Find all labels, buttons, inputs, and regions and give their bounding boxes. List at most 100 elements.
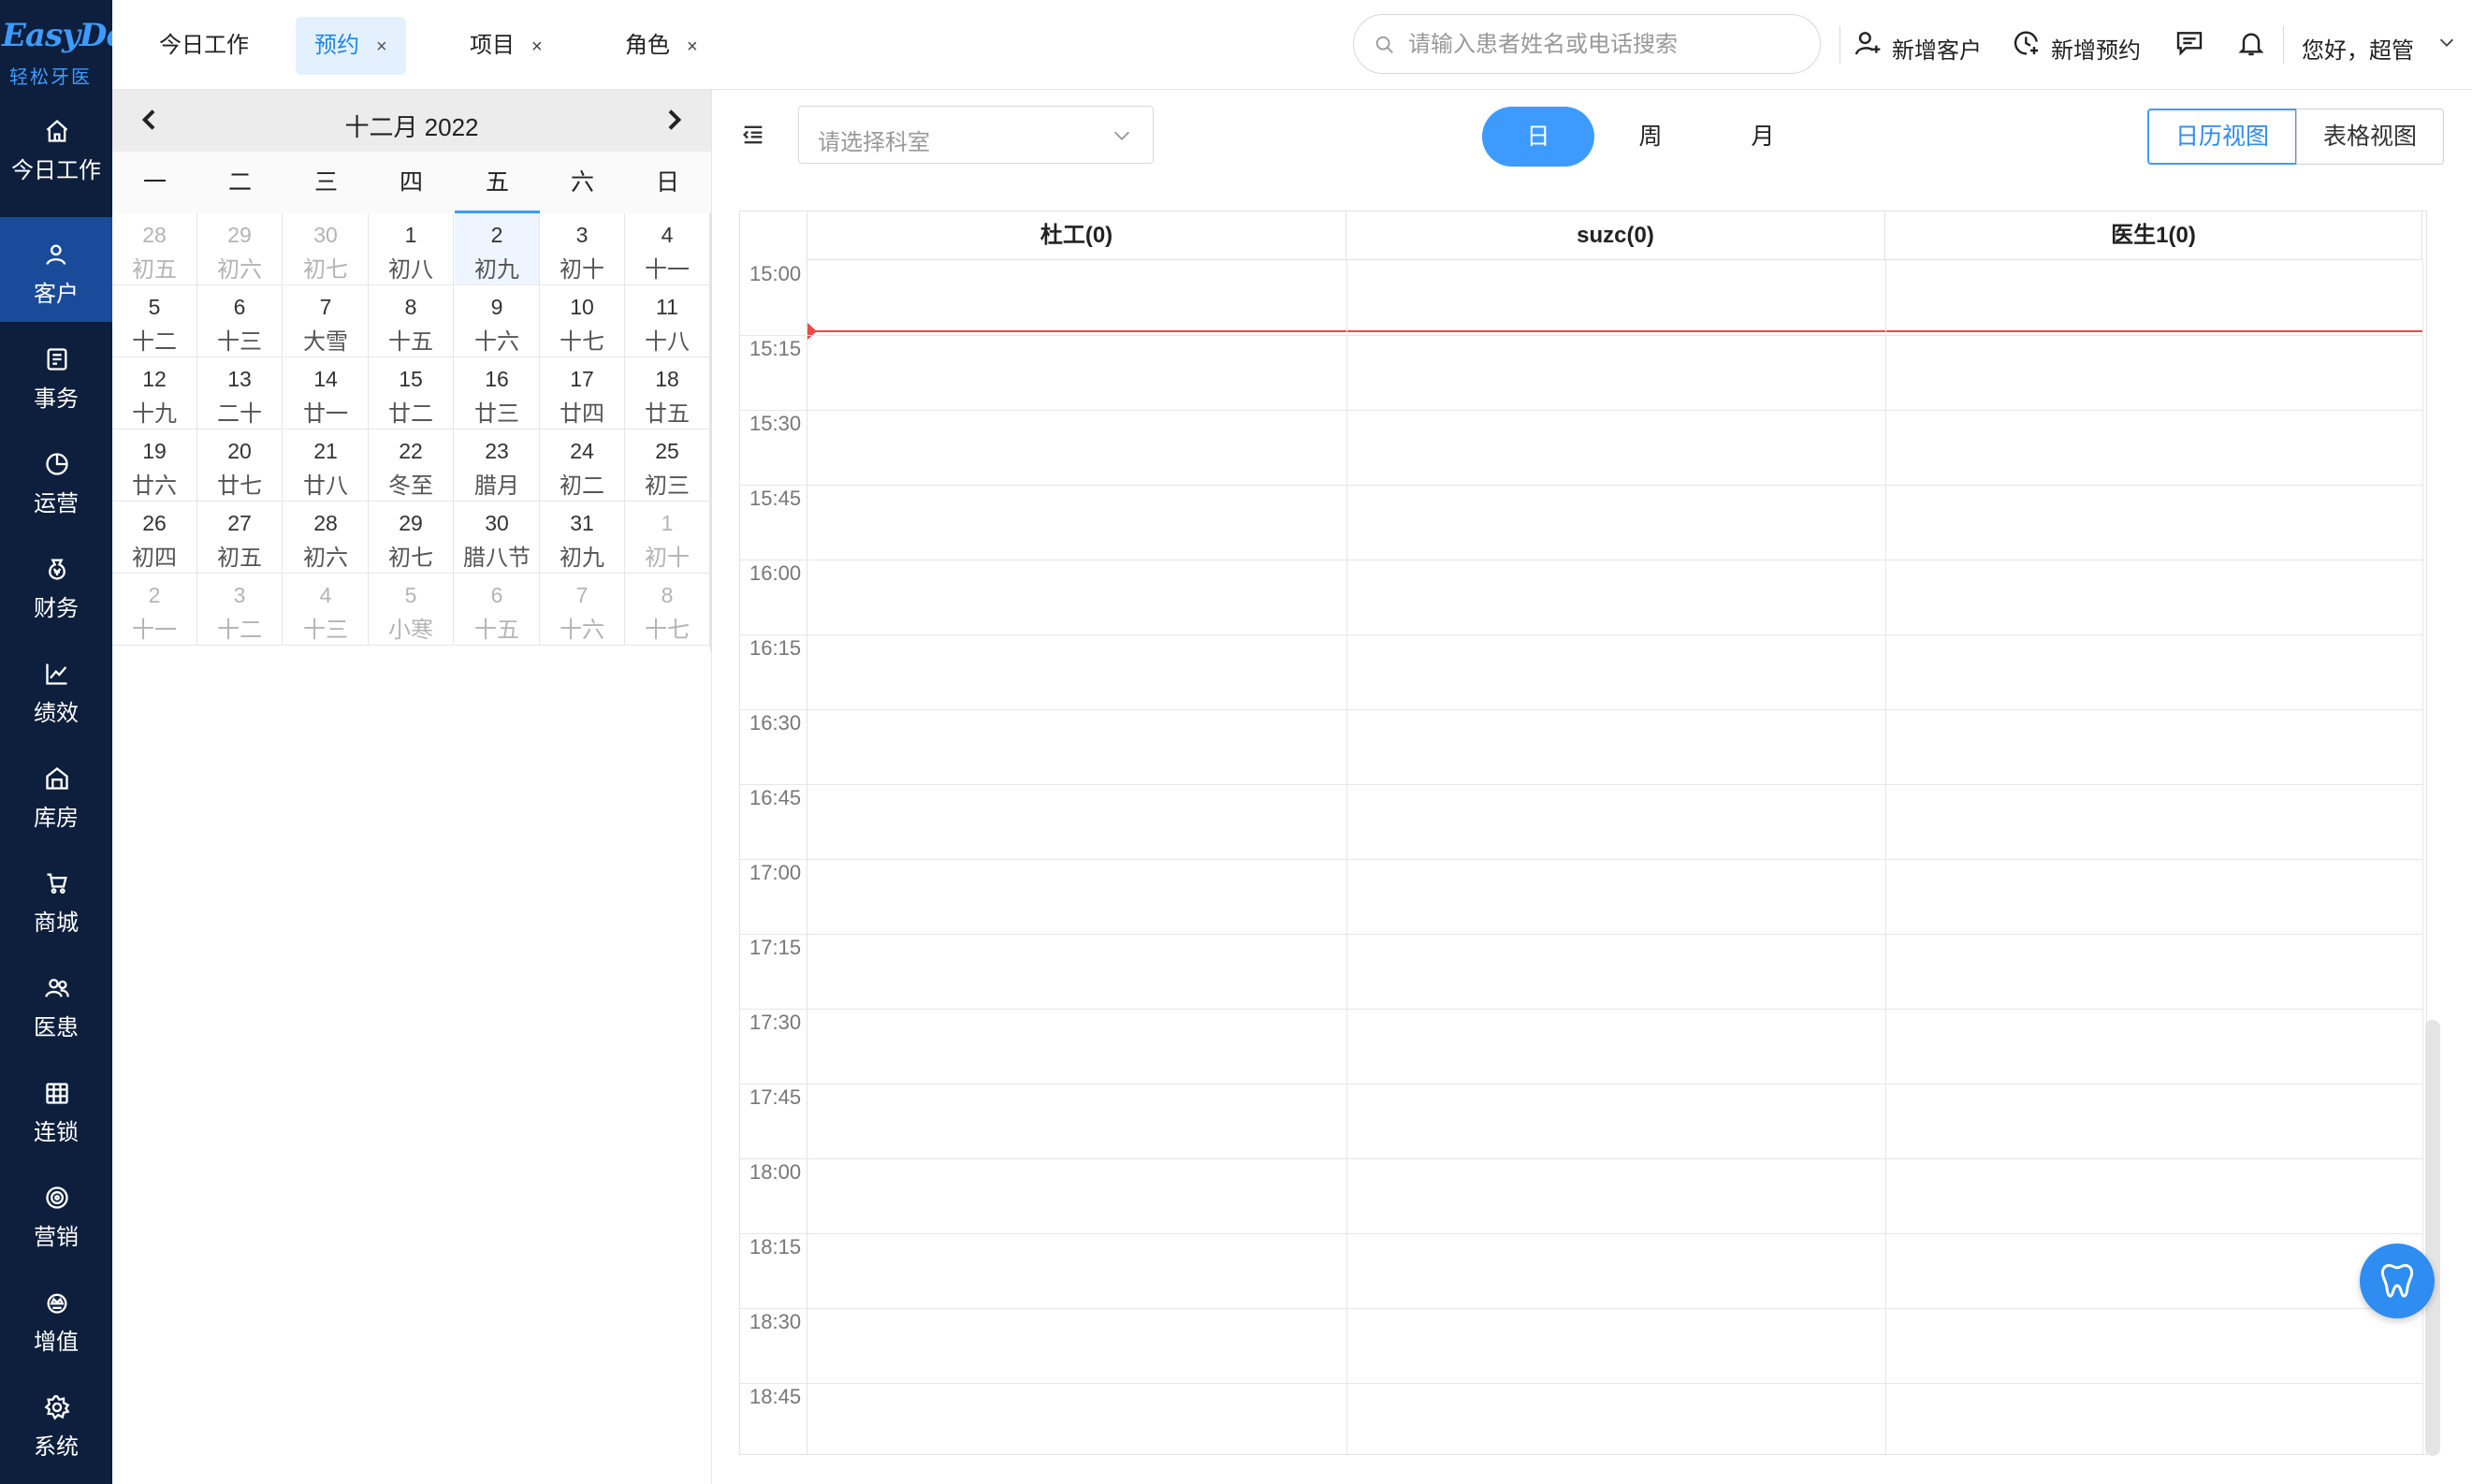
sidebar-item-today[interactable]: 今日工作 <box>0 94 112 198</box>
calendar-day[interactable]: 2 初九 <box>455 213 540 285</box>
sidebar-item-performance[interactable]: 绩效 <box>0 636 112 741</box>
sidebar-item-label: 库房 <box>34 806 79 831</box>
calendar-day[interactable]: 29 初六 <box>197 213 283 285</box>
calendar-day[interactable]: 4 十一 <box>625 213 710 285</box>
patient-search[interactable] <box>1353 14 1821 74</box>
calendar-day[interactable]: 28 初五 <box>112 213 197 285</box>
bell-icon[interactable] <box>2236 28 2266 58</box>
schedule-toolbar: 请选择科室 日 周 月 日历视图 表格视图 <box>712 90 2472 183</box>
day-number: 30 <box>313 223 338 247</box>
sidebar-item-system[interactable]: 系统 <box>0 1370 112 1475</box>
sidebar-item-operations[interactable]: 运营 <box>0 427 112 531</box>
table-view-button[interactable]: 表格视图 <box>2296 109 2444 165</box>
calendar-day[interactable]: 21 廿八 <box>284 429 369 502</box>
calendar-day[interactable]: 18 廿五 <box>625 357 710 429</box>
day-number: 8 <box>404 295 417 319</box>
view-week-button[interactable]: 周 <box>1594 107 1707 167</box>
calendar-day[interactable]: 8 十五 <box>369 285 454 357</box>
close-icon[interactable]: × <box>376 36 387 57</box>
search-input[interactable] <box>1408 26 1801 64</box>
calendar-view-button[interactable]: 日历视图 <box>2147 109 2297 165</box>
calendar-day[interactable]: 30 初七 <box>284 213 369 285</box>
calendar-day[interactable]: 7 大雪 <box>284 285 369 357</box>
sidebar-item-chain[interactable]: 连锁 <box>0 1055 112 1160</box>
tab-role[interactable]: 角色 × <box>606 17 717 75</box>
sidebar-item-finance[interactable]: 财务 <box>0 531 112 636</box>
logo[interactable]: EasyDent 轻松牙医 <box>0 0 162 90</box>
calendar-day[interactable]: 23 腊月 <box>455 429 540 502</box>
user-menu[interactable]: 您好，超管 <box>2302 26 2461 64</box>
department-select[interactable]: 请选择科室 <box>798 106 1154 164</box>
calendar-day[interactable]: 5 小寒 <box>369 574 454 646</box>
calendar-day[interactable]: 3 十二 <box>197 574 283 646</box>
slot-divider <box>740 709 807 710</box>
calendar-day[interactable]: 26 初四 <box>112 502 197 574</box>
close-icon[interactable]: × <box>531 36 543 57</box>
sidebar-item-mall[interactable]: 商城 <box>0 846 112 951</box>
menu-fold-icon[interactable] <box>740 122 766 148</box>
tab-appointment[interactable]: 预约 × <box>296 17 406 75</box>
tooth-assistant-button[interactable] <box>2360 1244 2435 1318</box>
calendar-day[interactable]: 1 初十 <box>625 502 710 574</box>
sidebar-item-label: 财务 <box>34 596 79 621</box>
calendar-day[interactable]: 17 廿四 <box>540 357 625 429</box>
sidebar-item-marketing[interactable]: 营销 <box>0 1160 112 1265</box>
current-time-line <box>807 330 2422 332</box>
sidebar-item-affairs[interactable]: 事务 <box>0 322 112 427</box>
tab-project[interactable]: 项目 × <box>451 17 561 75</box>
calendar-day[interactable]: 14 廿一 <box>284 357 369 429</box>
calendar-day[interactable]: 1 初八 <box>369 213 454 285</box>
sidebar-item-value-added[interactable]: 增值 <box>0 1265 112 1370</box>
new-appointment-button[interactable]: 新增预约 <box>2012 26 2171 64</box>
lunar-date: 二十 <box>217 401 262 427</box>
calendar-day[interactable]: 6 十五 <box>455 574 540 646</box>
doctor-column-header[interactable]: suzc(0) <box>1346 211 1885 260</box>
calendar-day[interactable]: 25 初三 <box>625 429 710 502</box>
calendar-day[interactable]: 9 十六 <box>455 285 540 357</box>
calendar-day[interactable]: 2 十一 <box>112 574 197 646</box>
tab-today-work[interactable]: 今日工作 <box>140 17 268 75</box>
new-customer-button[interactable]: 新增客户 <box>1853 26 2012 64</box>
calendar-day[interactable]: 27 初五 <box>197 502 283 574</box>
divider <box>2283 26 2284 64</box>
calendar-day[interactable]: 13 二十 <box>197 357 283 429</box>
calendar-day[interactable]: 30 腊八节 <box>455 502 540 574</box>
calendar-day[interactable]: 28 初六 <box>284 502 369 574</box>
calendar-day[interactable]: 11 十八 <box>625 285 710 357</box>
calendar-day[interactable]: 29 初七 <box>369 502 454 574</box>
lunar-date: 十八 <box>645 329 690 355</box>
scrollbar[interactable] <box>2425 1020 2440 1456</box>
calendar-day[interactable]: 8 十七 <box>625 574 710 646</box>
calendar-day[interactable]: 16 廿三 <box>455 357 540 429</box>
calendar-day[interactable]: 4 十三 <box>284 574 369 646</box>
chevron-right-icon[interactable] <box>659 105 689 135</box>
calendar-day[interactable]: 20 廿七 <box>197 429 283 502</box>
people-icon <box>45 979 69 997</box>
calendar-day[interactable]: 6 十三 <box>197 285 283 357</box>
view-day-button[interactable]: 日 <box>1482 107 1594 167</box>
calendar-day[interactable]: 7 十六 <box>540 574 625 646</box>
lunar-date: 初二 <box>560 473 604 499</box>
doctor-column-header[interactable]: 杜工(0) <box>807 211 1346 260</box>
sidebar-item-customer[interactable]: 客户 <box>0 217 112 322</box>
calendar-day[interactable]: 22 冬至 <box>369 429 454 502</box>
calendar-day[interactable]: 10 十七 <box>540 285 625 357</box>
calendar-day[interactable]: 12 十九 <box>112 357 197 429</box>
sidebar-item-warehouse[interactable]: 库房 <box>0 741 112 846</box>
sidebar-item-label: 医患 <box>34 1015 79 1040</box>
day-number: 3 <box>233 583 246 607</box>
calendar-day[interactable]: 15 廿二 <box>369 357 454 429</box>
calendar-day[interactable]: 5 十二 <box>112 285 197 357</box>
calendar-day[interactable]: 24 初二 <box>540 429 625 502</box>
store-icon <box>46 1083 68 1104</box>
message-icon[interactable] <box>2174 28 2204 58</box>
calendar-day[interactable]: 31 初九 <box>540 502 625 574</box>
close-icon[interactable]: × <box>687 36 698 57</box>
calendar-day[interactable]: 19 廿六 <box>112 429 197 502</box>
calendar-day[interactable]: 3 初十 <box>540 213 625 285</box>
doctor-column-header[interactable]: 医生1(0) <box>1885 211 2422 260</box>
lunar-date: 十六 <box>560 618 604 643</box>
view-month-button[interactable]: 月 <box>1707 107 1819 167</box>
sidebar-item-doctor-patient[interactable]: 医患 <box>0 951 112 1055</box>
day-number: 10 <box>570 295 594 319</box>
